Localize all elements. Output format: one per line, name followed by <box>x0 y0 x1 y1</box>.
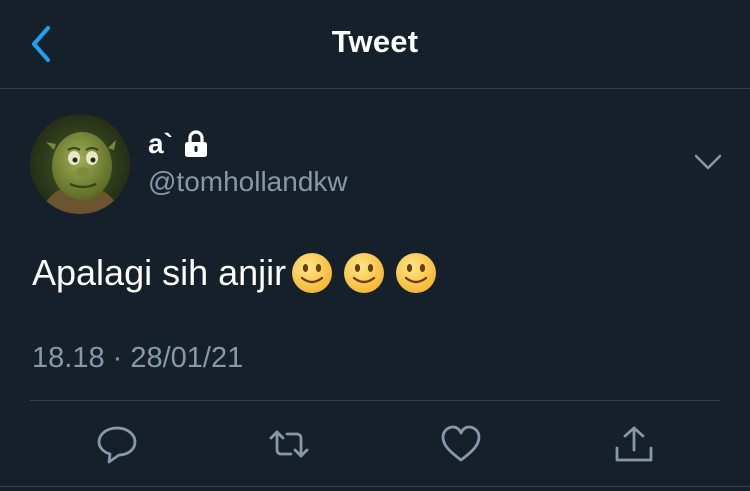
avatar[interactable] <box>30 114 130 214</box>
retweet-icon <box>269 430 309 458</box>
slightly-smiling-face-icon <box>292 253 333 293</box>
divider <box>30 400 720 401</box>
more-options-button[interactable] <box>692 150 724 174</box>
tweet-timestamp[interactable]: 18.18 · 28/01/21 <box>32 342 243 375</box>
tweet-text: Apalagi sih anjir <box>32 252 287 293</box>
author-handle[interactable]: @tomhollandkw <box>148 166 348 198</box>
lock-icon <box>184 130 207 157</box>
share-button[interactable] <box>612 424 656 464</box>
chevron-down-icon <box>694 154 722 170</box>
slightly-smiling-face-icon <box>344 253 385 293</box>
page-title: Tweet <box>331 24 419 59</box>
reply-icon <box>97 426 137 464</box>
retweet-button[interactable] <box>267 424 311 464</box>
slightly-smiling-face-icon <box>396 253 437 293</box>
like-button[interactable] <box>439 424 483 464</box>
author-name[interactable]: a` <box>148 126 209 162</box>
top-bar: Tweet <box>0 0 750 89</box>
reply-button[interactable] <box>95 424 139 464</box>
bottom-divider <box>0 486 750 487</box>
heart-icon <box>441 425 481 462</box>
share-icon <box>615 426 653 462</box>
tweet-body: Apalagi sih anjir <box>32 250 438 296</box>
display-name-text: a` <box>148 128 173 159</box>
